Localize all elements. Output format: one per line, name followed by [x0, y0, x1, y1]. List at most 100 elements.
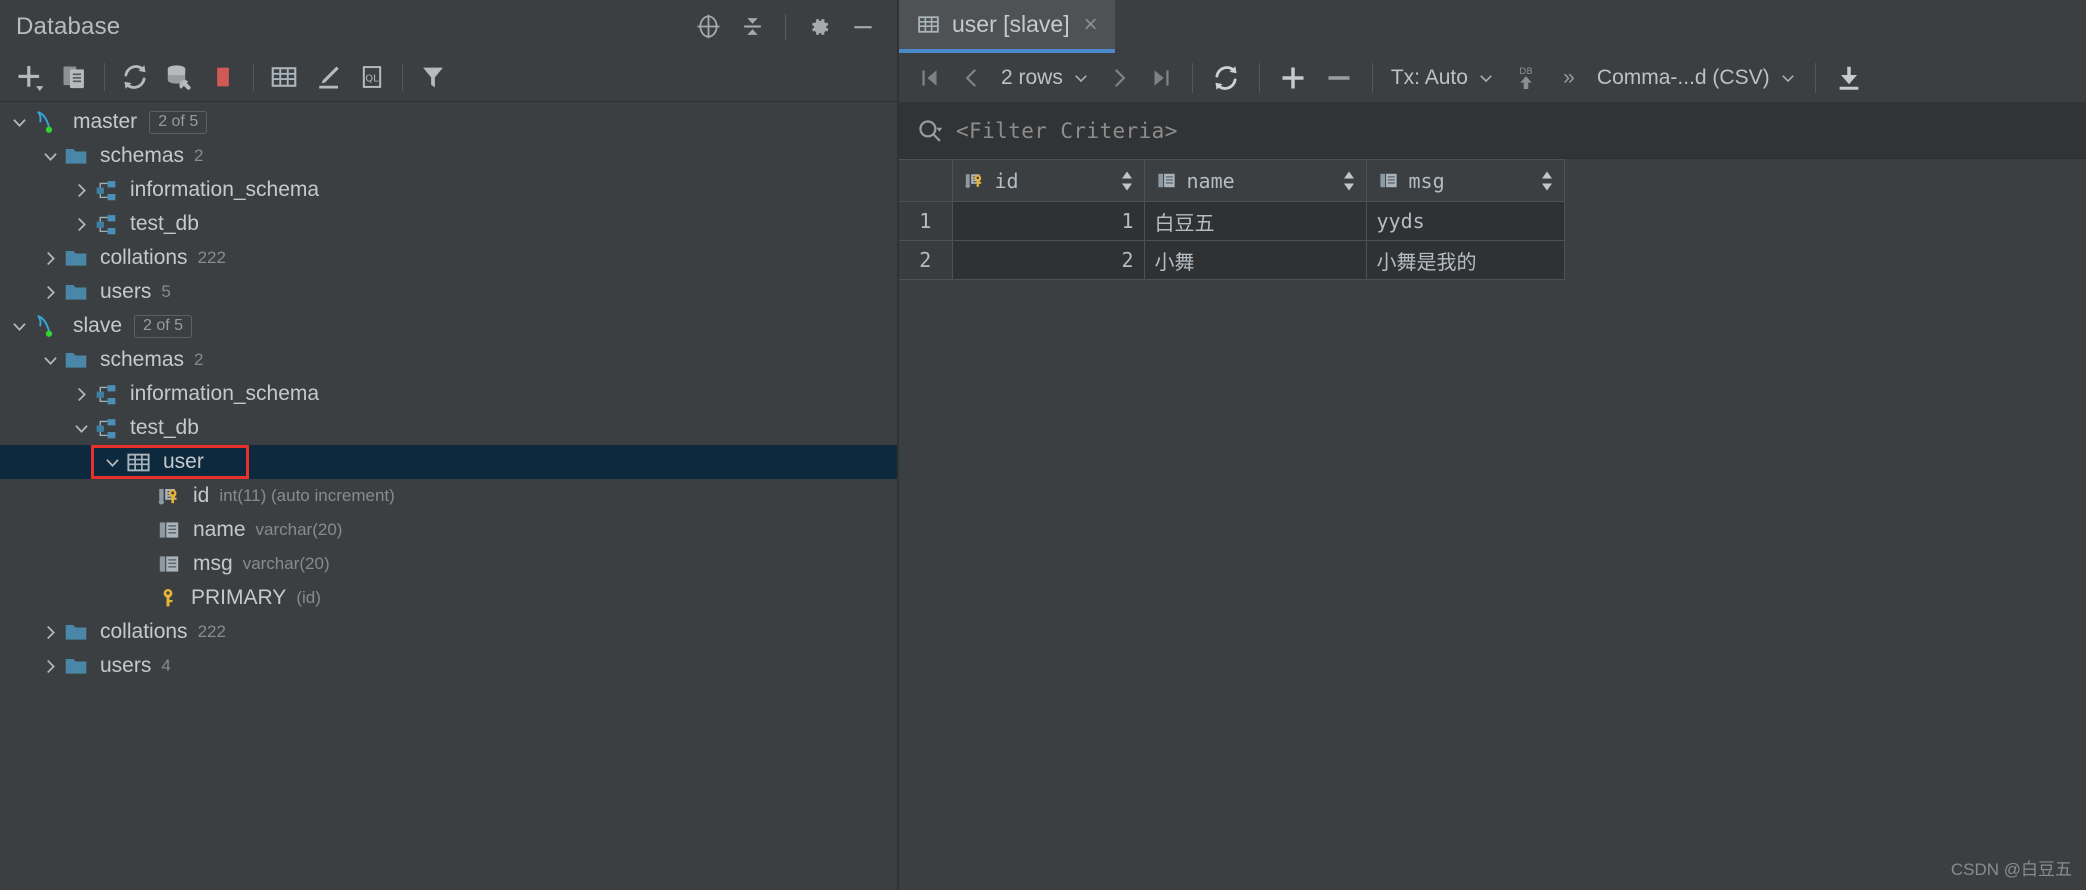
add-row-icon[interactable]	[1270, 58, 1316, 98]
export-format-selector[interactable]: Comma-...d (CSV)	[1589, 58, 1805, 98]
cell-id[interactable]: 2	[952, 240, 1145, 280]
tree-node-schemas[interactable]: schemas 2	[0, 343, 897, 377]
chevron-down-icon[interactable]	[6, 309, 32, 343]
table-row[interactable]: 1 1 白豆五 yyds	[899, 201, 1565, 241]
tree-node-label: schemas	[100, 144, 185, 167]
sort-indicator-icon[interactable]	[1540, 171, 1554, 191]
search-icon[interactable]	[916, 117, 944, 145]
tree-node-name[interactable]: name varchar(20)	[0, 513, 897, 547]
stop-icon[interactable]	[201, 57, 245, 97]
tree-node-user[interactable]: user	[0, 445, 897, 479]
database-tools-icon[interactable]	[157, 57, 201, 97]
tree-node-collations[interactable]: collations 222	[0, 241, 897, 275]
export-format-label: Comma-...d (CSV)	[1596, 65, 1770, 89]
tree-node-test-db[interactable]: test_db	[0, 411, 897, 445]
cell-msg[interactable]: 小舞是我的	[1366, 240, 1565, 280]
cell-id[interactable]: 1	[952, 201, 1145, 241]
first-page-icon[interactable]	[909, 58, 951, 98]
tree-node-users[interactable]: users 4	[0, 649, 897, 683]
chevron-down-icon[interactable]	[68, 411, 94, 445]
database-tree[interactable]: master 2 of 5 schemas 2 information_schema te…	[0, 102, 897, 890]
tree-node-information-schema[interactable]: information_schema	[0, 377, 897, 411]
idea-database-window: Database QL master 2 of 5 schemas 2 info…	[0, 0, 2086, 890]
chevron-right-icon[interactable]	[37, 241, 63, 275]
tree-node-id[interactable]: id int(11) (auto increment)	[0, 479, 897, 513]
row-count-selector[interactable]: 2 rows	[993, 58, 1098, 98]
tree-node-label: test_db	[130, 212, 199, 235]
key-icon	[156, 586, 180, 610]
column-header-msg[interactable]: msg	[1366, 159, 1565, 202]
more-actions-button[interactable]: »	[1549, 58, 1589, 98]
watermark: CSDN @白豆五	[1950, 860, 2072, 879]
refresh-icon[interactable]	[113, 57, 157, 97]
tree-node-collations[interactable]: collations 222	[0, 615, 897, 649]
table-editor-icon[interactable]	[262, 57, 306, 97]
add-icon[interactable]	[8, 57, 52, 97]
cell-msg[interactable]: yyds	[1366, 201, 1565, 241]
chevron-down-icon[interactable]	[99, 445, 125, 479]
filter-icon[interactable]	[411, 57, 455, 97]
prev-page-icon[interactable]	[951, 58, 993, 98]
tab-user-slave[interactable]: user [slave] ×	[899, 0, 1115, 53]
next-page-icon[interactable]	[1098, 58, 1140, 98]
data-editor: user [slave] × 2 rows Tx: Auto DB » Comm…	[899, 0, 2086, 890]
sort-indicator-icon[interactable]	[1342, 171, 1356, 191]
database-header-actions	[688, 7, 883, 47]
table-header-row: id name msg	[899, 159, 1565, 202]
table-row[interactable]: 2 2 小舞 小舞是我的	[899, 240, 1565, 280]
cell-name[interactable]: 白豆五	[1144, 201, 1367, 241]
tree-node-test-db[interactable]: test_db	[0, 207, 897, 241]
close-icon[interactable]: ×	[1084, 12, 1098, 37]
chevron-down-icon[interactable]	[37, 343, 63, 377]
column-label: id	[994, 168, 1019, 193]
tree-node-users[interactable]: users 5	[0, 275, 897, 309]
filter-bar[interactable]: <Filter Criteria>	[899, 103, 2086, 159]
column-label: msg	[1408, 168, 1445, 193]
chevron-down-icon	[1477, 69, 1495, 87]
last-page-icon[interactable]	[1140, 58, 1182, 98]
chevron-right-icon[interactable]	[68, 207, 94, 241]
chevron-right-icon[interactable]	[37, 615, 63, 649]
chevron-down-icon[interactable]	[6, 105, 32, 139]
tree-node-label: schemas	[100, 348, 185, 371]
tree-node-detail: (id)	[296, 588, 321, 607]
minimize-icon[interactable]	[843, 7, 883, 47]
sort-indicator-icon[interactable]	[1120, 171, 1134, 191]
modify-icon[interactable]	[306, 57, 350, 97]
tree-node-schemas[interactable]: schemas 2	[0, 139, 897, 173]
tree-node-detail: 222	[197, 622, 226, 641]
tree-node-slave[interactable]: slave 2 of 5	[0, 309, 897, 343]
gear-icon[interactable]	[799, 7, 839, 47]
chevron-down-icon[interactable]	[37, 139, 63, 173]
tree-node-primary[interactable]: PRIMARY (id)	[0, 581, 897, 615]
collapse-all-icon[interactable]	[732, 7, 772, 47]
cell-name[interactable]: 小舞	[1144, 240, 1367, 280]
tree-node-msg[interactable]: msg varchar(20)	[0, 547, 897, 581]
transaction-mode-label: Tx: Auto	[1390, 65, 1468, 89]
chevron-right-icon[interactable]	[68, 173, 94, 207]
db-submit-icon[interactable]: DB	[1503, 58, 1549, 98]
query-console-icon[interactable]: QL	[350, 57, 394, 97]
delete-row-icon[interactable]	[1316, 58, 1362, 98]
download-icon[interactable]	[1826, 58, 1872, 98]
column-header-id[interactable]: id	[952, 159, 1145, 202]
tree-node-label: master	[73, 110, 138, 133]
transaction-mode-selector[interactable]: Tx: Auto	[1383, 58, 1503, 98]
tree-node-master[interactable]: master 2 of 5	[0, 105, 897, 139]
column-header-name[interactable]: name	[1144, 159, 1367, 202]
folder-icon	[63, 279, 89, 305]
row-number-cell: 1	[899, 201, 953, 241]
duplicate-icon[interactable]	[52, 57, 96, 97]
chevron-right-icon[interactable]	[37, 275, 63, 309]
folder-icon	[63, 619, 89, 645]
tree-node-badge: 2 of 5	[149, 110, 208, 134]
reload-icon[interactable]	[1203, 58, 1249, 98]
tree-node-detail: 222	[197, 248, 226, 267]
chevron-right-icon[interactable]	[37, 649, 63, 683]
scroll-from-source-icon[interactable]	[688, 7, 728, 47]
data-grid[interactable]: id name msg 1 1 白豆五 yyds 2 2 小舞 小舞是我的	[899, 159, 2086, 280]
primary-column-icon	[963, 169, 986, 192]
chevron-right-icon[interactable]	[68, 377, 94, 411]
filter-input[interactable]: <Filter Criteria>	[956, 119, 1178, 143]
tree-node-information-schema[interactable]: information_schema	[0, 173, 897, 207]
